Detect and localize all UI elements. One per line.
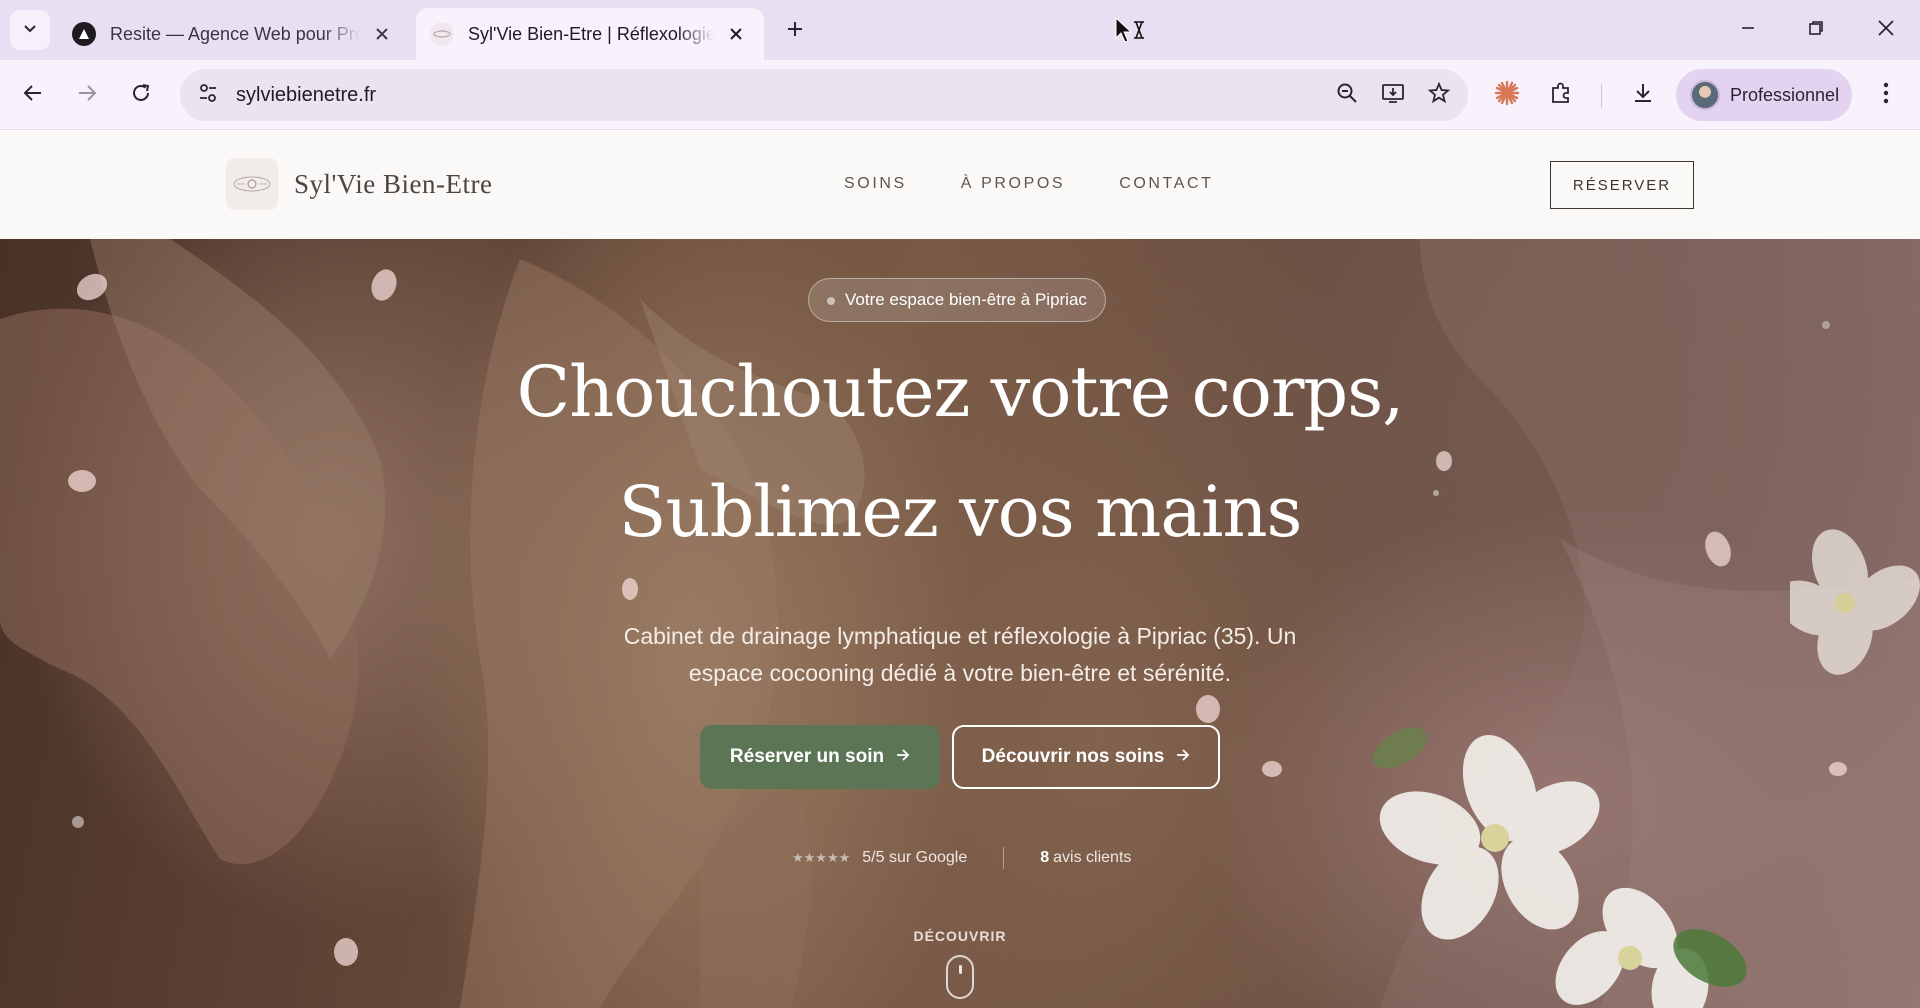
extensions-button[interactable] [1538, 72, 1584, 118]
install-icon [1381, 82, 1405, 109]
book-treatment-button[interactable]: Réserver un soin [700, 725, 940, 789]
zoom-button[interactable] [1324, 72, 1370, 118]
nav-link-soins[interactable]: SOINS [844, 175, 907, 193]
scroll-mouse-icon[interactable] [946, 955, 974, 999]
arrow-left-icon [22, 82, 44, 109]
restore-button[interactable] [1788, 8, 1844, 52]
reviews-count: 8 [1040, 849, 1050, 866]
google-rating-text: 5/5 sur Google [862, 849, 968, 866]
zoom-out-icon [1336, 82, 1358, 109]
location-badge: Votre espace bien-être à Pipriac [808, 278, 1106, 322]
book-treatment-label: Réserver un soin [729, 746, 885, 767]
asterisk-icon [1494, 80, 1520, 111]
mouse-cursor-icon [1114, 16, 1148, 51]
nav-link-contact[interactable]: CONTACT [1119, 175, 1213, 193]
reserve-button[interactable]: RÉSERVER [1550, 161, 1694, 209]
install-app-button[interactable] [1370, 72, 1416, 118]
nav-link-a-propos[interactable]: À PROPOS [961, 175, 1065, 193]
logo-mark-icon [226, 158, 278, 210]
more-vertical-icon [1883, 82, 1889, 109]
avatar [1690, 80, 1720, 110]
rating-bar: ★★★★★ 5/5 sur Google 8 avis clients [792, 847, 1131, 869]
reviews-label: avis clients [1053, 849, 1132, 866]
dot-icon [827, 297, 835, 305]
hero-title-line-2: Sublimez vos mains [618, 471, 1303, 553]
location-badge-text: Votre espace bien-être à Pipriac [845, 290, 1087, 309]
close-icon [1877, 19, 1895, 42]
download-icon [1631, 81, 1655, 110]
browser-tab-bar: Resite — Agence Web pour Pro Syl'Vie Bie… [0, 0, 1920, 60]
hero-section: Votre espace bien-être à Pipriac Choucho… [0, 239, 1920, 1008]
rating-divider [1003, 847, 1005, 869]
new-tab-button[interactable] [776, 12, 814, 50]
minimize-icon [1740, 20, 1756, 41]
forward-button[interactable] [66, 74, 108, 116]
browser-toolbar: sylviebienetre.fr Professionnel [0, 60, 1920, 130]
close-window-button[interactable] [1858, 8, 1914, 52]
profile-button[interactable]: Professionnel [1676, 69, 1852, 121]
tune-icon [197, 82, 219, 109]
close-tab-icon[interactable] [722, 20, 750, 48]
hero-subtitle: Cabinet de drainage lymphatique et réfle… [623, 623, 1297, 686]
tab-search-button[interactable] [10, 10, 50, 50]
arrow-right-icon [1176, 746, 1190, 768]
hero-title-line-1: Chouchoutez votre corps, [516, 351, 1405, 433]
bookmark-button[interactable] [1416, 72, 1462, 118]
rating-stars-icon: ★★★★★ [792, 850, 851, 865]
tab-title: Resite — Agence Web pour Pro [110, 23, 360, 44]
arrow-right-icon [896, 746, 910, 768]
brand-name: Syl'Vie Bien-Etre [294, 168, 493, 199]
puzzle-icon [1549, 81, 1573, 110]
tab-sylvie[interactable]: Syl'Vie Bien-Etre | Réflexologie & Drain… [416, 8, 764, 60]
site-logo[interactable]: Syl'Vie Bien-Etre [226, 158, 492, 210]
tab-resite[interactable]: Resite — Agence Web pour Pro [58, 8, 410, 60]
claude-extension-button[interactable] [1484, 72, 1530, 118]
profile-name: Professionnel [1730, 84, 1840, 105]
tab-title: Syl'Vie Bien-Etre | Réflexologie & Drain… [468, 23, 714, 44]
resite-favicon-icon [72, 22, 96, 46]
url-text[interactable]: sylviebienetre.fr [236, 84, 1324, 107]
plus-icon [786, 20, 804, 43]
main-nav: SOINS À PROPOS CONTACT [844, 175, 1214, 193]
restore-icon [1808, 20, 1824, 41]
reload-button[interactable] [120, 74, 162, 116]
address-bar[interactable]: sylviebienetre.fr [180, 69, 1468, 121]
sylvie-favicon-icon [430, 22, 454, 46]
arrow-right-icon [76, 82, 98, 109]
close-tab-icon[interactable] [368, 20, 396, 48]
discover-treatments-button[interactable]: Découvrir nos soins [952, 725, 1220, 789]
reload-icon [130, 82, 152, 109]
star-icon [1427, 81, 1451, 109]
minimize-button[interactable] [1720, 8, 1776, 52]
back-button[interactable] [12, 74, 54, 116]
discover-label[interactable]: DÉCOUVRIR [0, 928, 1920, 944]
browser-menu-button[interactable] [1866, 72, 1906, 118]
chevron-down-icon [22, 20, 38, 41]
site-info-button[interactable] [188, 75, 228, 115]
site-header: Syl'Vie Bien-Etre SOINS À PROPOS CONTACT… [0, 131, 1920, 239]
toolbar-divider [1601, 84, 1602, 108]
discover-treatments-label: Découvrir nos soins [981, 746, 1165, 767]
downloads-button[interactable] [1620, 72, 1666, 118]
